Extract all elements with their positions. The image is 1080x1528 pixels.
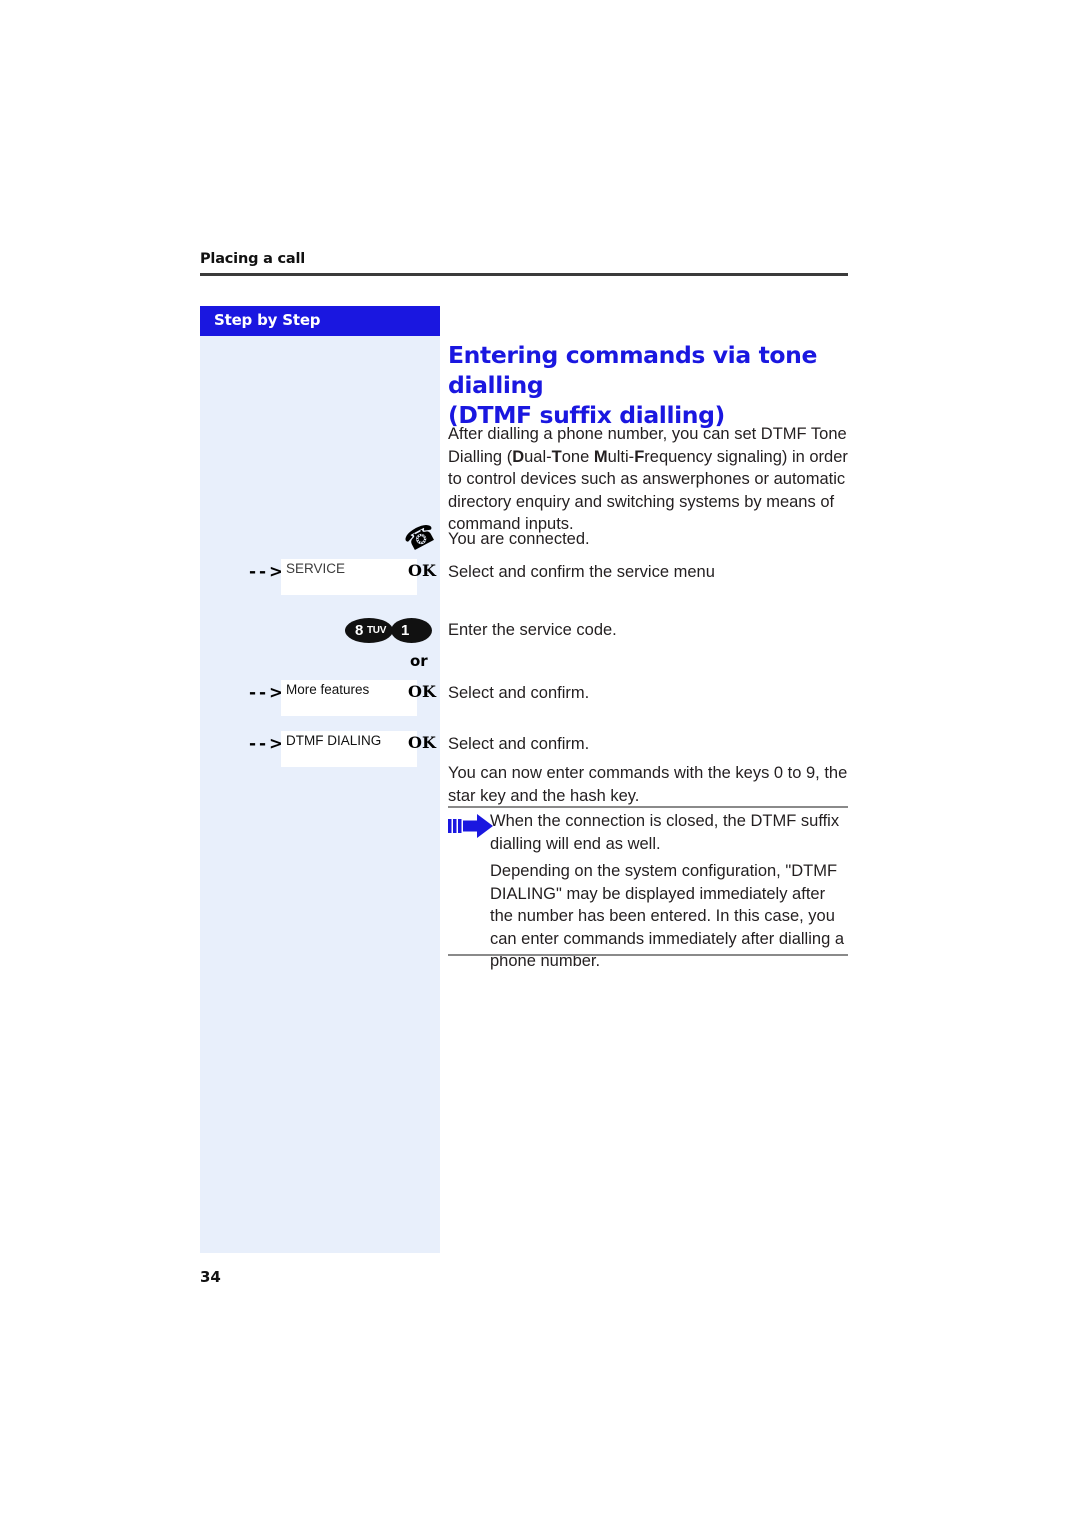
note-bottom-divider [448, 954, 848, 956]
key-1-digit: 1 [401, 622, 410, 639]
intro-emph-t: T [551, 447, 562, 466]
note-paragraph-1: When the connection is closed, the DTMF … [490, 812, 840, 853]
display-field-more-features[interactable]: More features [281, 680, 417, 716]
select-arrow-icon[interactable]: - - > [249, 685, 283, 702]
display-field-dtmf-dialing[interactable]: DTMF DIALING [281, 731, 417, 767]
display-value-dtmf-dialing: DTMF DIALING [286, 733, 382, 748]
page-canvas: Placing a call Step by Step Entering com… [0, 0, 1080, 1528]
running-header: Placing a call [200, 250, 848, 276]
key-8-digit: 8 [355, 622, 364, 639]
note-arrow-icon [448, 812, 496, 847]
ok-softkey-more-features[interactable]: OK [408, 682, 436, 701]
sidebar-title-bar: Step by Step [200, 306, 440, 336]
intro-emph-f: F [634, 447, 645, 466]
or-separator-label: or [410, 652, 428, 670]
page-title-line-1: Entering commands via tone dialling [448, 341, 818, 399]
keypad-key-8[interactable]: 8 TUV [345, 618, 393, 643]
running-head-label: Placing a call [200, 251, 306, 267]
intro-line-2c: ual- [524, 447, 552, 466]
intro-line-2i: requency signaling) in order [644, 447, 848, 466]
intro-line-3: to control devices such as answerphones … [448, 470, 846, 488]
ok-softkey-dtmf-dialing[interactable]: OK [408, 733, 436, 752]
note-top-divider [448, 806, 848, 808]
step-by-step-sidebar [200, 306, 440, 1253]
page-title: Entering commands via tone dialling (DTM… [448, 340, 853, 430]
select-arrow-icon[interactable]: - - > [249, 564, 283, 581]
intro-line-2g: ulti- [607, 447, 635, 466]
intro-line-2a: Dialling ( [448, 447, 513, 466]
intro-line-4: directory enquiry and switching systems … [448, 492, 835, 511]
display-value-more-features: More features [286, 682, 370, 697]
display-value-service: SERVICE [286, 561, 346, 576]
intro-emph-m: M [593, 447, 608, 466]
key-8-letters: TUV [367, 625, 387, 636]
step-text-dtmf-dialing: Select and confirm. [448, 735, 590, 753]
intro-line-2e: one [561, 447, 594, 466]
intro-line-1: After dialling a phone number, you can s… [448, 425, 847, 443]
step-text-connected: You are connected. [448, 530, 590, 548]
step-text-service-menu: Select and confirm the service menu [448, 563, 715, 581]
header-divider [200, 273, 848, 276]
keypad-key-1[interactable]: 1 [391, 618, 432, 643]
sidebar-title-label: Step by Step [214, 311, 321, 329]
main-column: Entering commands via tone dialling (DTM… [448, 340, 848, 430]
closing-paragraph: You can now enter commands with the keys… [448, 764, 848, 805]
page-number: 34 [200, 1268, 221, 1286]
select-arrow-icon[interactable]: - - > [249, 736, 283, 753]
ok-softkey-service[interactable]: OK [408, 561, 436, 580]
intro-paragraph: After dialling a phone number, you can s… [448, 423, 848, 536]
step-text-more-features: Select and confirm. [448, 684, 590, 702]
intro-emph-d: D [512, 447, 525, 466]
step-text-service-code: Enter the service code. [448, 621, 617, 639]
display-field-service[interactable]: SERVICE [281, 559, 417, 595]
